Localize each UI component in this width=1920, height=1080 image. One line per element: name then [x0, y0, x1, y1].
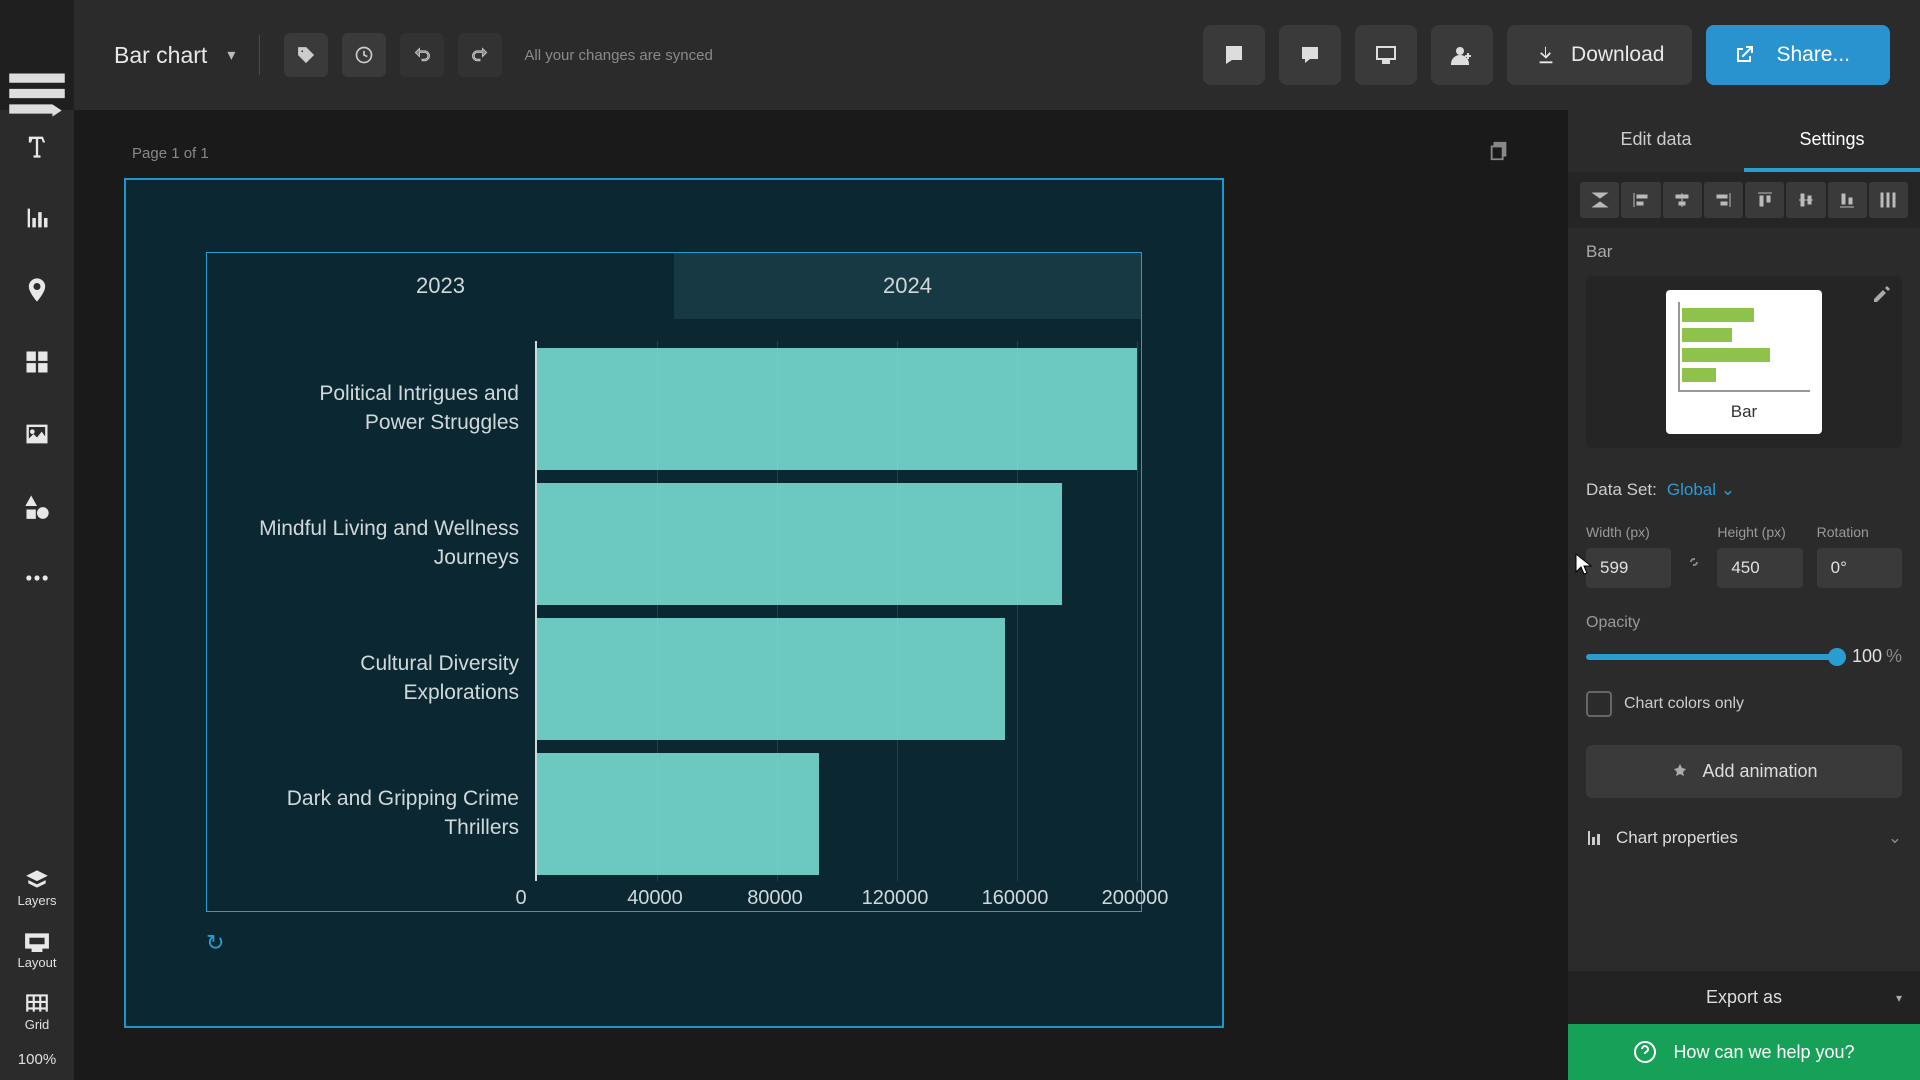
elements-tool-icon[interactable]	[0, 326, 74, 398]
width-input[interactable]: 599	[1586, 548, 1671, 588]
grid-label: Grid	[25, 1017, 50, 1032]
text-tool-icon[interactable]	[0, 110, 74, 182]
layout-label: Layout	[17, 955, 56, 970]
tag-icon[interactable]	[284, 33, 328, 77]
document-title[interactable]: Bar chart	[114, 42, 207, 69]
refresh-icon[interactable]: ↻	[206, 930, 1142, 956]
image-tool-icon[interactable]	[0, 398, 74, 470]
page-indicator: Page 1 of 1	[132, 145, 209, 162]
undo-icon[interactable]	[400, 33, 444, 77]
help-button[interactable]: How can we help you?	[1568, 1024, 1920, 1080]
bar[interactable]	[537, 618, 1005, 740]
opacity-slider[interactable]	[1586, 654, 1838, 660]
bar[interactable]	[537, 348, 1137, 470]
layers-button[interactable]: Layers	[17, 859, 56, 917]
add-user-icon[interactable]	[1431, 25, 1493, 85]
x-tick-label: 160000	[982, 887, 1049, 910]
link-dimensions-icon[interactable]	[1685, 553, 1703, 588]
plot-area	[535, 341, 1141, 881]
sync-status: All your changes are synced	[524, 47, 712, 64]
chart-colors-only-checkbox[interactable]	[1586, 691, 1612, 717]
tab-edit-data[interactable]: Edit data	[1568, 110, 1744, 172]
chart-colors-only-label: Chart colors only	[1624, 695, 1744, 713]
section-label-bar: Bar	[1568, 228, 1920, 270]
layers-label: Layers	[17, 893, 56, 908]
opacity-label: Opacity	[1586, 614, 1902, 632]
category-label: Dark and Gripping Crime Thrillers	[259, 785, 519, 842]
share-label: Share...	[1776, 43, 1850, 67]
shapes-tool-icon[interactable]	[0, 470, 74, 542]
height-input[interactable]: 450	[1717, 548, 1802, 588]
edit-chart-type-icon[interactable]	[1872, 286, 1890, 309]
tab-settings[interactable]: Settings	[1744, 110, 1920, 172]
align-toolbar	[1568, 172, 1920, 228]
align-middle-v-icon[interactable]	[1786, 182, 1825, 218]
align-center-h-icon[interactable]	[1663, 182, 1702, 218]
height-label: Height (px)	[1717, 524, 1802, 540]
separator	[259, 35, 260, 75]
rotation-label: Rotation	[1817, 524, 1902, 540]
dataset-label: Data Set:	[1586, 480, 1657, 500]
x-tick-label: 40000	[627, 887, 683, 910]
align-left-icon[interactable]	[1621, 182, 1660, 218]
left-rail: Layers Layout Grid 100%	[0, 0, 74, 1080]
x-tick-label: 200000	[1102, 887, 1169, 910]
download-label: Download	[1571, 43, 1664, 67]
opacity-value[interactable]: 100	[1852, 646, 1882, 666]
tab-2023[interactable]: 2023	[207, 253, 674, 319]
distribute-icon[interactable]	[1869, 182, 1908, 218]
arrange-icon[interactable]	[1580, 182, 1619, 218]
chart-type-selector[interactable]: Bar	[1586, 276, 1902, 448]
dataset-dropdown[interactable]: Global ⌄	[1667, 480, 1735, 500]
add-animation-label: Add animation	[1702, 761, 1817, 782]
help-label: How can we help you?	[1673, 1042, 1854, 1063]
map-tool-icon[interactable]	[0, 254, 74, 326]
chevron-down-icon: ⌄	[1888, 828, 1902, 848]
category-label: Mindful Living and Wellness Journeys	[259, 515, 519, 572]
duplicate-page-icon[interactable]	[1488, 140, 1510, 166]
chart-properties-row[interactable]: Chart properties ⌄	[1568, 812, 1920, 864]
x-tick-label: 120000	[862, 887, 929, 910]
grid-button[interactable]: Grid	[24, 983, 50, 1041]
align-top-icon[interactable]	[1745, 182, 1784, 218]
width-label: Width (px)	[1586, 524, 1671, 540]
add-animation-button[interactable]: Add animation	[1586, 745, 1902, 798]
canvas[interactable]: 2023 2024 Political Intrigues and Power …	[124, 178, 1224, 1028]
redo-icon[interactable]	[458, 33, 502, 77]
category-label: Political Intrigues and Power Struggles	[259, 380, 519, 437]
x-axis: 04000080000120000160000200000	[535, 881, 1141, 911]
topbar: Bar chart ▾ All your changes are synced …	[74, 0, 1920, 110]
chevron-down-icon[interactable]: ▾	[227, 45, 235, 65]
chevron-down-icon: ▾	[1896, 991, 1902, 1005]
chart[interactable]: 2023 2024 Political Intrigues and Power …	[206, 252, 1142, 912]
align-bottom-icon[interactable]	[1828, 182, 1867, 218]
layout-button[interactable]: Layout	[17, 921, 56, 979]
notes-icon[interactable]	[1203, 25, 1265, 85]
chart-type-label: Bar	[1678, 402, 1810, 422]
chart-properties-label: Chart properties	[1616, 828, 1738, 848]
align-right-icon[interactable]	[1704, 182, 1743, 218]
zoom-level[interactable]: 100%	[18, 1051, 56, 1068]
category-label: Cultural Diversity Explorations	[259, 650, 519, 707]
bar[interactable]	[537, 483, 1062, 605]
chart-tool-icon[interactable]	[0, 182, 74, 254]
rotation-input[interactable]: 0°	[1817, 548, 1902, 588]
x-tick-label: 80000	[747, 887, 803, 910]
settings-panel: Edit data Settings Bar	[1568, 110, 1920, 1080]
export-dropdown[interactable]: Export as ▾	[1568, 971, 1920, 1024]
comment-icon[interactable]	[1279, 25, 1341, 85]
x-tick-label: 0	[515, 887, 526, 910]
export-label: Export as	[1706, 987, 1782, 1008]
home-icon[interactable]	[0, 0, 74, 110]
tab-2024[interactable]: 2024	[674, 253, 1141, 319]
present-icon[interactable]	[1355, 25, 1417, 85]
more-icon[interactable]	[0, 542, 74, 614]
download-button[interactable]: Download	[1507, 25, 1692, 85]
share-button[interactable]: Share...	[1706, 25, 1890, 85]
history-icon[interactable]	[342, 33, 386, 77]
